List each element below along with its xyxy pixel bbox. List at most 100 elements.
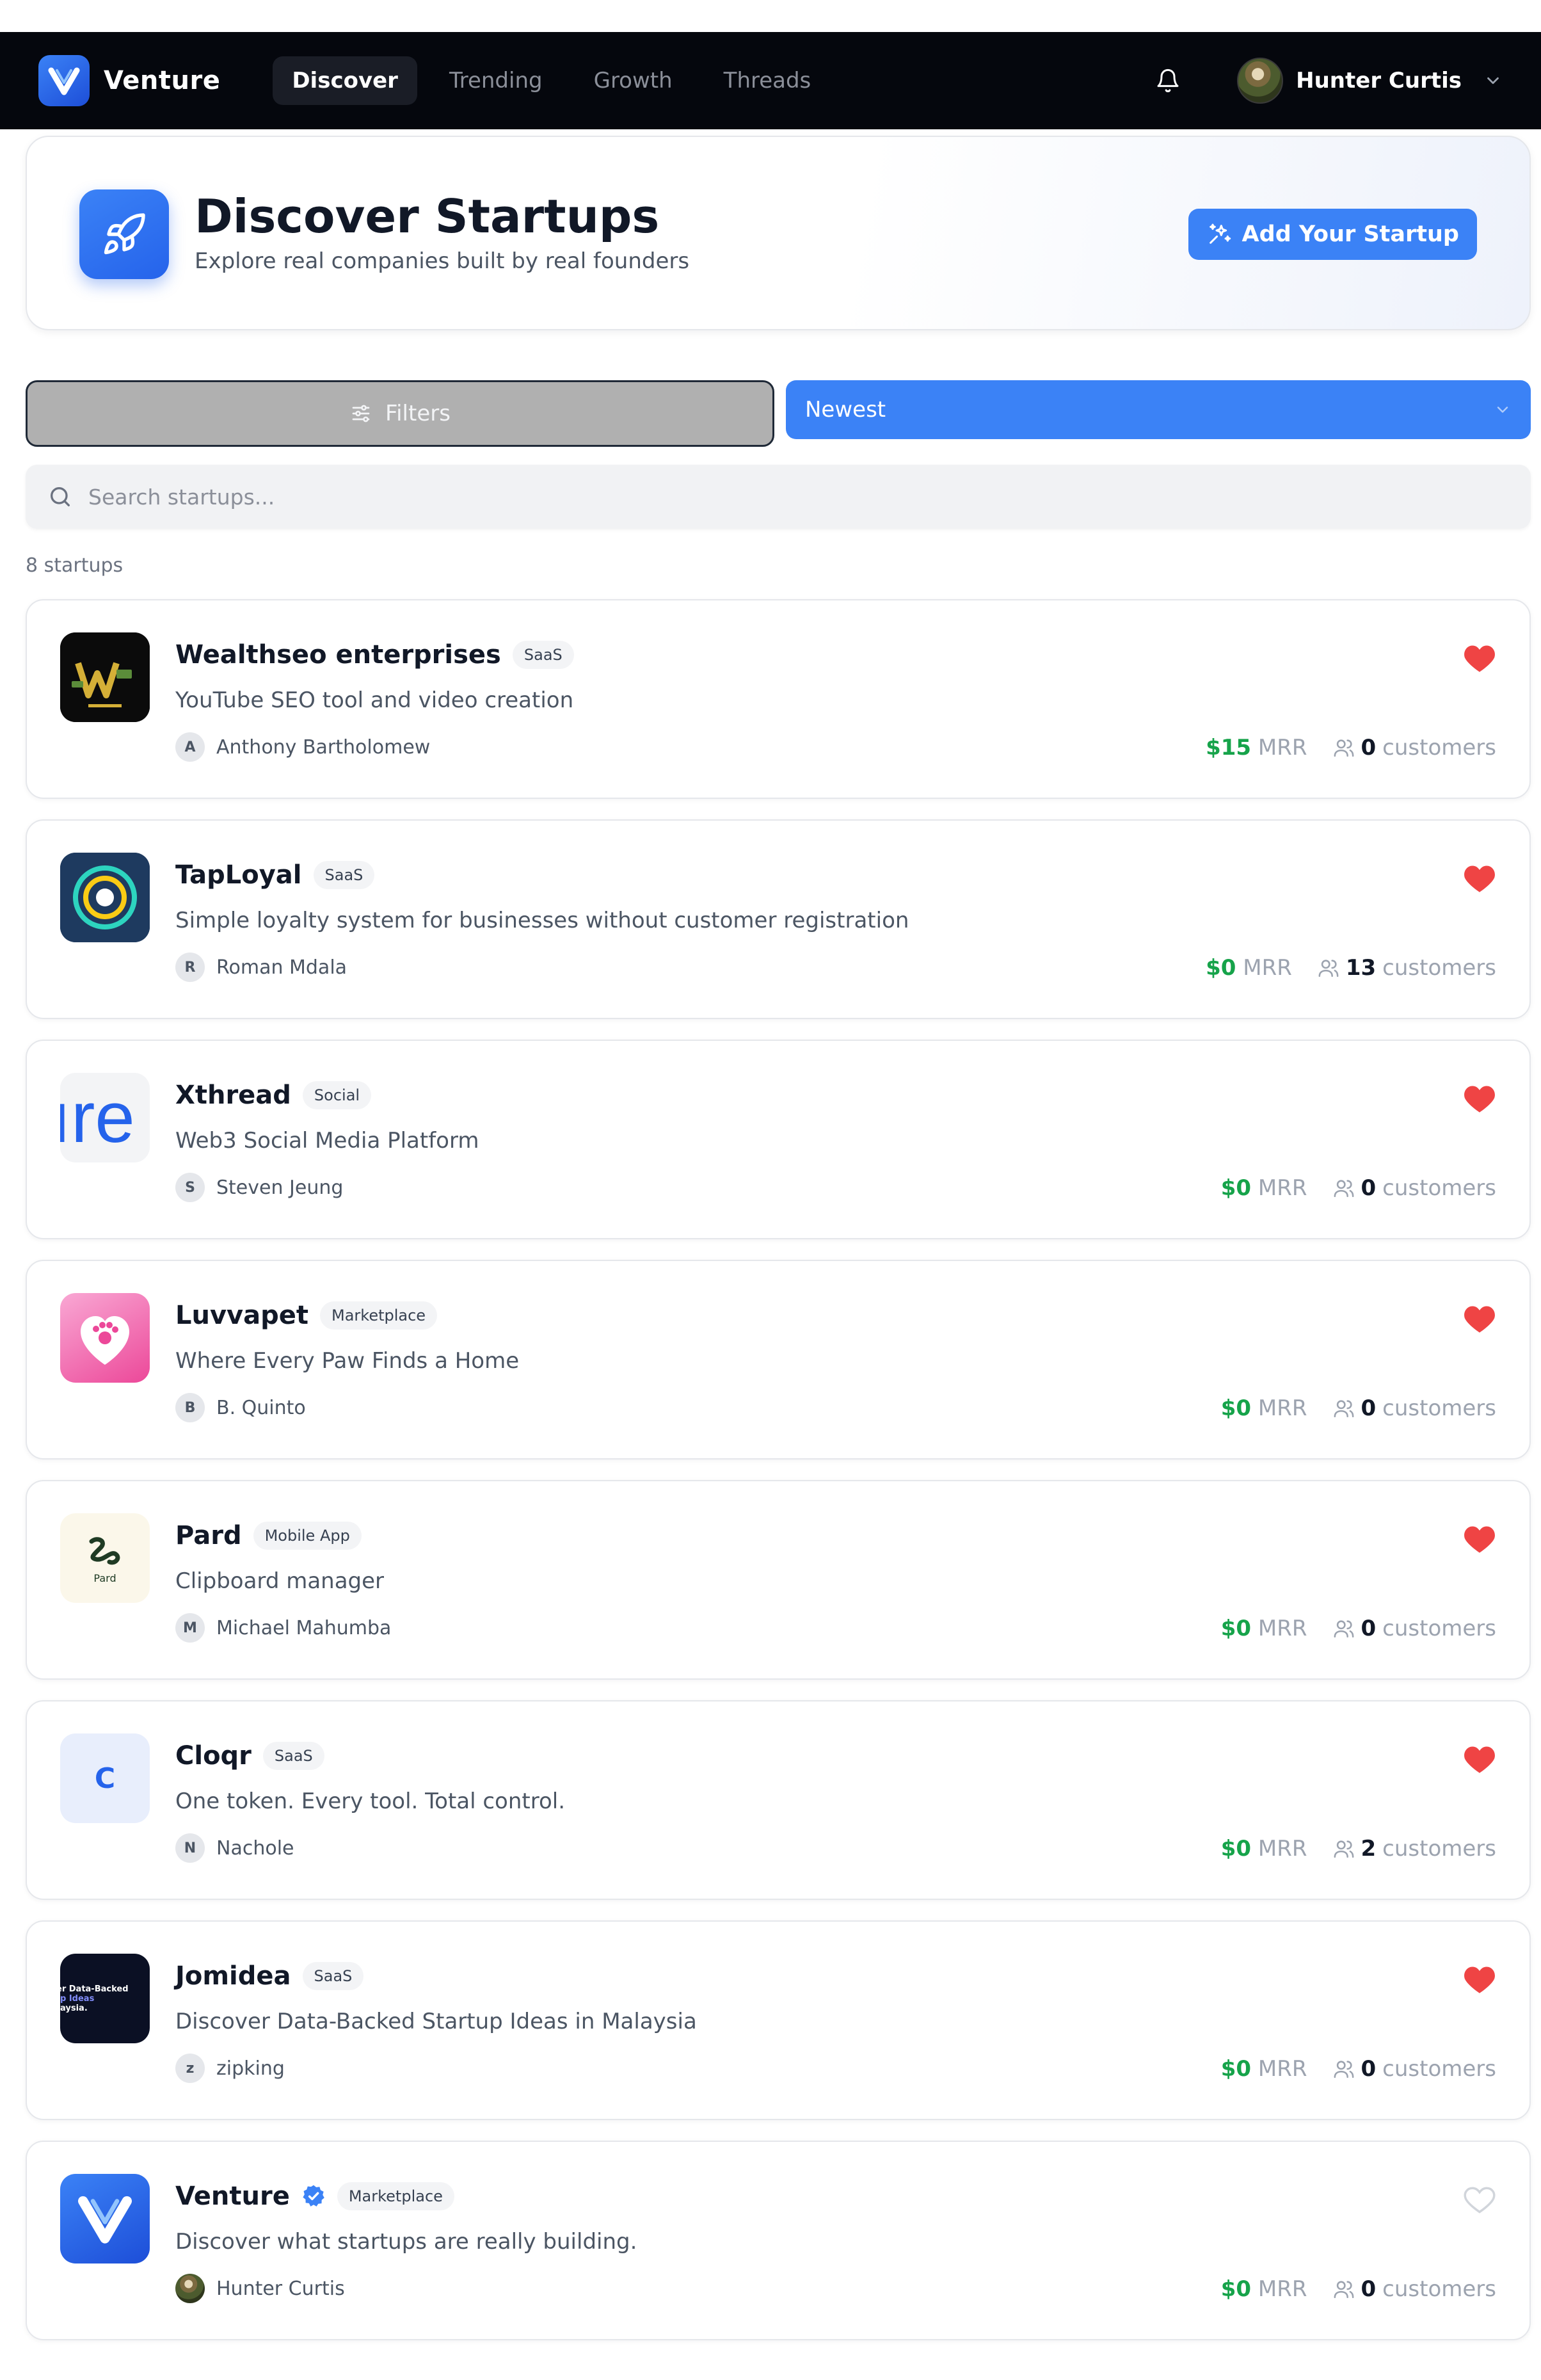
category-badge: SaaS (302, 1962, 364, 1990)
startup-card[interactable]: Venture Marketplace Discover what startu… (26, 2141, 1531, 2340)
customers-suffix: customers (1382, 735, 1496, 760)
startup-card[interactable]: er Data-Backed p Ideas aysia. Jomidea Sa… (26, 1920, 1531, 2120)
bell-icon[interactable] (1150, 63, 1186, 99)
customers: 2 customers (1333, 1836, 1496, 1861)
founder[interactable]: N Nachole (175, 1833, 294, 1863)
founder-name: Hunter Curtis (216, 2277, 345, 2300)
founder[interactable]: S Steven Jeung (175, 1173, 343, 1202)
mrr-value: $0 (1220, 1836, 1252, 1861)
founder-name: Roman Mdala (216, 956, 347, 979)
startup-name[interactable]: Venture (175, 2182, 290, 2211)
mrr-value: $0 (1206, 955, 1236, 981)
jomidea-logo: er Data-Backed p Ideas aysia. (60, 1954, 150, 2043)
tab-trending[interactable]: Trending (430, 56, 562, 105)
sliders-icon (352, 405, 370, 422)
search-input[interactable] (88, 484, 1509, 510)
metrics: $0 MRR 0 customers (1221, 1395, 1496, 1421)
nav-tabs: Discover Trending Growth Threads (273, 56, 830, 105)
customers-suffix: customers (1382, 1836, 1496, 1861)
heart-icon[interactable] (1463, 1303, 1496, 1334)
founder[interactable]: A Anthony Bartholomew (175, 732, 430, 762)
mrr: $15 MRR (1206, 735, 1307, 760)
tab-threads[interactable]: Threads (705, 56, 831, 105)
heart-icon[interactable] (1463, 863, 1496, 894)
startup-card[interactable]: C Cloqr SaaS One token. Every tool. Tota… (26, 1700, 1531, 1900)
customers: 0 customers (1333, 2056, 1496, 2082)
users-icon (1334, 2061, 1353, 2078)
users-icon (1334, 1840, 1353, 1858)
xthread-logo: ıre (60, 1073, 150, 1162)
startup-name[interactable]: Xthread (175, 1081, 291, 1110)
mrr: $0 MRR (1221, 1836, 1307, 1861)
startup-description: Clipboard manager (175, 1568, 385, 1594)
heart-icon[interactable] (1463, 1744, 1496, 1774)
startup-card[interactable]: Pard Pard Mobile App Clipboard manager M… (26, 1480, 1531, 1680)
cloqr-logo-letter: C (94, 1762, 116, 1795)
xthread-logo-text: ıre (60, 1077, 135, 1157)
startup-description: Discover Data-Backed Startup Ideas in Ma… (175, 2009, 697, 2034)
customers: 0 customers (1333, 1395, 1496, 1421)
startup-card[interactable]: Wealthseo enterprises SaaS YouTube SEO t… (26, 599, 1531, 799)
mrr-value: $0 (1220, 1616, 1252, 1641)
pard-logo: Pard (60, 1513, 150, 1603)
taployal-logo (60, 853, 150, 942)
customers-value: 0 (1361, 2276, 1377, 2302)
founder-name: Michael Mahumba (216, 1616, 392, 1639)
heart-icon[interactable] (1463, 1964, 1496, 1995)
founder[interactable]: R Roman Mdala (175, 953, 347, 982)
chevron-down-icon (1487, 77, 1499, 84)
startup-name[interactable]: Jomidea (175, 1961, 291, 1991)
mrr: $0 MRR (1206, 955, 1292, 981)
sort-select[interactable]: Newest (786, 380, 1531, 439)
founder-avatar: z (175, 2054, 205, 2083)
page-subtitle: Explore real companies built by real fou… (195, 248, 690, 274)
founder-avatar: R (175, 953, 205, 982)
heart-icon[interactable] (1463, 643, 1496, 673)
mrr-suffix: MRR (1258, 735, 1307, 760)
mrr: $0 MRR (1221, 2056, 1307, 2082)
add-startup-button[interactable]: Add Your Startup (1188, 209, 1477, 260)
top-navbar: Venture Discover Trending Growth Threads… (0, 32, 1541, 129)
customers-value: 0 (1361, 2056, 1377, 2082)
founder[interactable]: Hunter Curtis (175, 2274, 345, 2303)
filters-button[interactable]: Filters (26, 380, 774, 447)
cloqr-logo: C (60, 1733, 150, 1823)
founder-name: Anthony Bartholomew (216, 736, 431, 759)
mrr-suffix: MRR (1258, 2276, 1307, 2302)
startup-name[interactable]: Pard (175, 1521, 242, 1550)
metrics: $0 MRR 0 customers (1221, 2056, 1496, 2082)
founder[interactable]: z zipking (175, 2054, 285, 2083)
tab-growth[interactable]: Growth (575, 56, 692, 105)
founder-avatar (175, 2274, 205, 2303)
startup-name[interactable]: Cloqr (175, 1741, 252, 1771)
users-icon (1334, 1620, 1353, 1638)
jomidea-logo-line: er Data-Backed (60, 1984, 129, 1994)
heart-icon[interactable] (1463, 1524, 1496, 1554)
heart-outline-icon[interactable] (1463, 2184, 1496, 2215)
startup-card[interactable]: Luvvapet Marketplace Where Every Paw Fin… (26, 1260, 1531, 1459)
founder[interactable]: M Michael Mahumba (175, 1613, 391, 1643)
user-menu[interactable]: Hunter Curtis (1237, 58, 1503, 104)
startup-name[interactable]: TapLoyal (175, 860, 302, 890)
customers-value: 13 (1345, 955, 1377, 981)
heart-icon[interactable] (1463, 1083, 1496, 1114)
startup-description: YouTube SEO tool and video creation (175, 687, 574, 713)
founder[interactable]: B B. Quinto (175, 1393, 306, 1422)
metrics: $0 MRR 0 customers (1221, 1616, 1496, 1641)
filters-label: Filters (385, 401, 451, 426)
startup-name[interactable]: Wealthseo enterprises (175, 640, 501, 670)
metrics: $0 MRR 0 customers (1221, 1175, 1496, 1201)
mrr-suffix: MRR (1258, 1616, 1307, 1641)
jomidea-logo-line: aysia. (60, 2003, 88, 2013)
brand[interactable]: Venture (38, 55, 220, 106)
customers-suffix: customers (1382, 1616, 1496, 1641)
tab-discover[interactable]: Discover (273, 56, 417, 105)
brand-name: Venture (104, 66, 221, 95)
startup-card[interactable]: ıre Xthread Social Web3 Social Media Pla… (26, 1040, 1531, 1239)
startup-description: Discover what startups are really buildi… (175, 2229, 637, 2255)
startup-name[interactable]: Luvvapet (175, 1301, 308, 1330)
wealthseo-logo (60, 632, 150, 722)
startup-card[interactable]: TapLoyal SaaS Simple loyalty system for … (26, 819, 1531, 1019)
customers-suffix: customers (1382, 1175, 1496, 1201)
category-badge: Marketplace (337, 2182, 454, 2210)
